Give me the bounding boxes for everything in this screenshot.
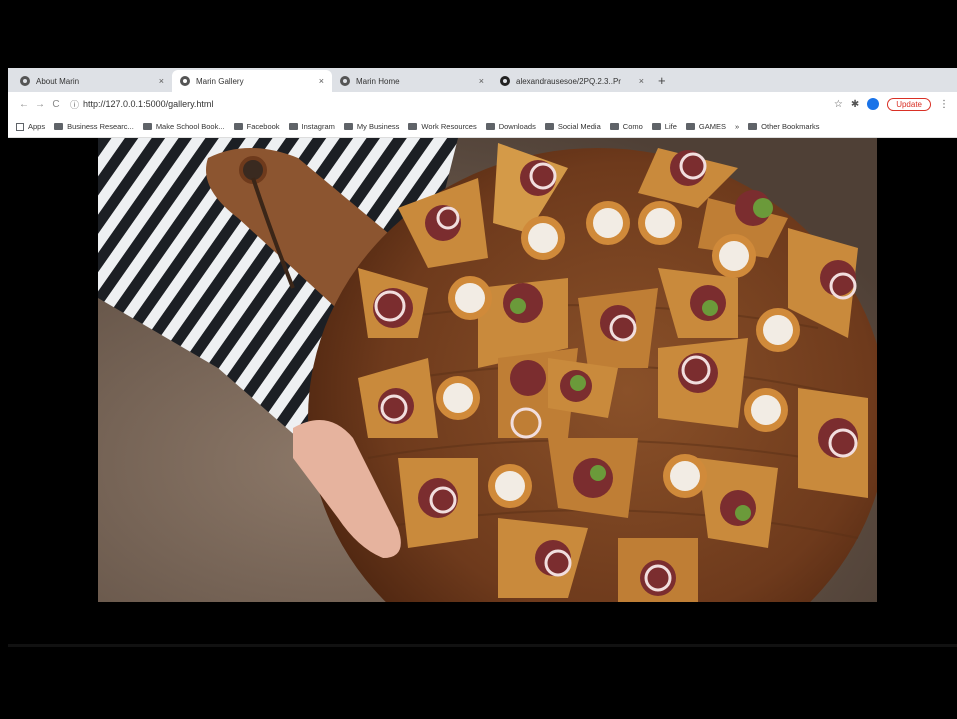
- folder-icon: [54, 123, 64, 130]
- bookmark-folder[interactable]: Make School Book...: [142, 122, 225, 131]
- folder-icon: [748, 123, 758, 130]
- apps-icon: [16, 122, 24, 131]
- profile-avatar[interactable]: [867, 98, 880, 110]
- bookmark-label: Apps: [28, 122, 46, 131]
- tab-about-marin[interactable]: About Marin ×: [12, 70, 172, 92]
- globe-icon: [340, 76, 350, 86]
- folder-icon: [485, 123, 495, 130]
- tab-github[interactable]: alexandrausesoe/2PQ.2.3..Pr ×: [492, 70, 652, 92]
- folder-icon: [685, 123, 695, 130]
- bookmark-folder[interactable]: Facebook: [233, 122, 280, 131]
- bookmark-label: Social Media: [557, 122, 601, 131]
- bookmark-other[interactable]: Other Bookmarks: [748, 122, 820, 131]
- folder-icon: [142, 123, 152, 130]
- folder-icon: [609, 123, 619, 130]
- info-icon[interactable]: ⓘ: [70, 98, 79, 111]
- bookmark-label: Life: [664, 122, 677, 131]
- bookmark-label: Downloads: [498, 122, 536, 131]
- forward-button[interactable]: →: [32, 99, 48, 110]
- reload-button[interactable]: C: [48, 99, 64, 110]
- tab-label: About Marin: [36, 76, 80, 86]
- browser-toolbar: ← → C ⓘ http://127.0.0.1:5000/gallery.ht…: [8, 92, 957, 116]
- address-bar[interactable]: ⓘ http://127.0.0.1:5000/gallery.html: [70, 95, 834, 113]
- bookmark-label: Facebook: [246, 122, 280, 131]
- bookmark-label: Business Researc...: [67, 122, 134, 131]
- bookmark-folder[interactable]: GAMES: [685, 122, 726, 131]
- star-icon[interactable]: ☆: [834, 99, 843, 110]
- bookmark-folder[interactable]: Work Resources: [408, 122, 477, 131]
- update-button[interactable]: Update: [887, 97, 931, 111]
- folder-icon: [651, 123, 661, 130]
- folder-icon: [233, 123, 243, 130]
- bookmarks-bar: Apps Business Researc... Make School Boo…: [8, 116, 957, 138]
- bookmark-label: Instagram: [301, 122, 335, 131]
- bookmark-apps[interactable]: Apps: [16, 122, 45, 131]
- gallery-photo: [98, 138, 877, 602]
- folder-icon: [544, 123, 554, 130]
- folder-icon: [288, 123, 298, 130]
- bookmark-label: Work Resources: [421, 122, 477, 131]
- bookmark-label: Make School Book...: [155, 122, 225, 131]
- bookmark-folder[interactable]: Social Media: [544, 122, 601, 131]
- github-icon: [500, 76, 510, 86]
- tab-label: Marin Gallery: [196, 76, 244, 86]
- new-tab-button[interactable]: +: [658, 73, 666, 88]
- url-text: http://127.0.0.1:5000/gallery.html: [83, 99, 214, 109]
- bookmark-label: Other Bookmarks: [761, 122, 820, 131]
- extensions-icon[interactable]: ✱: [851, 99, 859, 110]
- bookmark-folder[interactable]: Downloads: [485, 122, 536, 131]
- bookmarks-overflow-button[interactable]: »: [735, 122, 739, 131]
- folder-icon: [343, 123, 353, 130]
- bookmark-folder[interactable]: Como: [609, 122, 643, 131]
- tab-marin-home[interactable]: Marin Home ×: [332, 70, 492, 92]
- globe-icon: [180, 76, 190, 86]
- back-button[interactable]: ←: [16, 99, 32, 110]
- video-progress-track: [8, 644, 957, 647]
- tab-strip: About Marin × Marin Gallery × Marin Home…: [8, 68, 957, 92]
- close-icon[interactable]: ×: [479, 76, 484, 86]
- bookmark-folder[interactable]: My Business: [343, 122, 400, 131]
- globe-icon: [20, 76, 30, 86]
- photo-canvas: [98, 138, 877, 602]
- close-icon[interactable]: ×: [159, 76, 164, 86]
- bookmark-label: GAMES: [698, 122, 726, 131]
- bookmark-folder[interactable]: Business Researc...: [54, 122, 134, 131]
- bookmark-label: Como: [622, 122, 643, 131]
- bookmark-folder[interactable]: Instagram: [288, 122, 335, 131]
- tab-label: Marin Home: [356, 76, 400, 86]
- close-icon[interactable]: ×: [319, 76, 324, 86]
- close-icon[interactable]: ×: [639, 76, 644, 86]
- bookmark-label: My Business: [356, 122, 400, 131]
- tab-label: alexandrausesoe/2PQ.2.3..Pr: [516, 76, 621, 86]
- tab-marin-gallery[interactable]: Marin Gallery ×: [172, 70, 332, 92]
- menu-icon[interactable]: ⋮: [939, 99, 949, 110]
- bookmark-folder[interactable]: Life: [651, 122, 677, 131]
- folder-icon: [408, 123, 418, 130]
